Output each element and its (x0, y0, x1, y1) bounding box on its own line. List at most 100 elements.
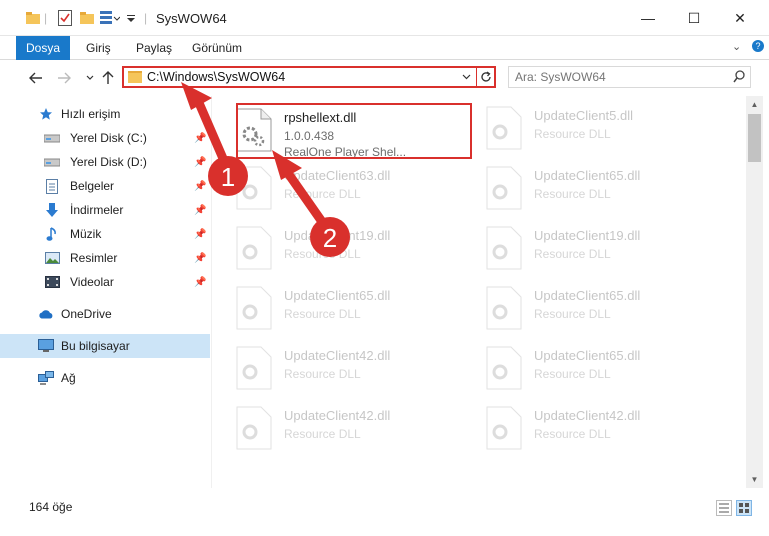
sidebar-item-pictures[interactable]: Resimler 📌 (0, 246, 210, 270)
properties-icon[interactable] (58, 9, 72, 27)
view-options-icon[interactable] (100, 9, 120, 27)
file-item[interactable]: UpdateClient42.dll Resource DLL (462, 400, 702, 458)
file-item[interactable]: UpdateClient5.dll Resource DLL (462, 100, 702, 158)
search-icon (733, 70, 745, 83)
file-description: Resource DLL (284, 247, 361, 261)
file-name: UpdateClient63.dll (284, 168, 391, 183)
new-folder-icon[interactable] (80, 9, 94, 27)
sidebar-item-label: Resimler (70, 251, 118, 265)
file-name: UpdateClient65.dll (534, 168, 641, 183)
music-icon (44, 226, 60, 242)
dll-file-icon (236, 226, 272, 270)
forward-button[interactable] (54, 68, 74, 88)
search-input[interactable] (515, 69, 725, 85)
sidebar-item-quick-access[interactable]: Hızlı erişim (0, 102, 210, 126)
file-item[interactable]: UpdateClient19.dll Resource DLL (212, 220, 452, 278)
tab-file[interactable]: Dosya (16, 36, 70, 60)
scroll-up-button[interactable]: ▲ (746, 96, 763, 113)
sidebar-item-documents[interactable]: Belgeler 📌 (0, 174, 210, 198)
file-name: UpdateClient5.dll (534, 108, 634, 123)
customize-toolbar-icon[interactable] (126, 9, 136, 27)
documents-icon (44, 178, 60, 194)
refresh-icon (480, 71, 491, 82)
scroll-thumb[interactable] (748, 114, 761, 162)
sidebar-item-local-disk-d[interactable]: Yerel Disk (D:) 📌 (0, 150, 210, 174)
ribbon-expand-button[interactable]: ⌄ (732, 40, 741, 53)
address-dropdown[interactable] (458, 68, 474, 86)
videos-icon (44, 274, 60, 290)
file-description: Resource DLL (534, 307, 611, 321)
sidebar-item-videos[interactable]: Videolar 📌 (0, 270, 210, 294)
file-description: Resource DLL (534, 427, 611, 441)
file-name: UpdateClient42.dll (534, 408, 641, 423)
search-box[interactable] (508, 66, 751, 88)
drive-icon (44, 154, 60, 170)
sidebar-item-onedrive[interactable]: OneDrive (0, 302, 210, 326)
file-name: UpdateClient42.dll (284, 408, 391, 423)
details-view-button[interactable] (716, 500, 732, 516)
sidebar-item-music[interactable]: Müzik 📌 (0, 222, 210, 246)
pin-icon: 📌 (194, 132, 207, 144)
arrow-left-icon (29, 72, 42, 84)
computer-icon (38, 338, 54, 354)
network-icon (38, 370, 54, 386)
status-bar: 164 öğe (0, 488, 769, 536)
dll-file-icon (236, 346, 272, 390)
file-item[interactable]: UpdateClient65.dll Resource DLL (462, 160, 702, 218)
file-item[interactable]: UpdateClient65.dll Resource DLL (462, 280, 702, 338)
address-path: C:\Windows\SysWOW64 (147, 70, 286, 84)
tab-home[interactable]: Giriş (78, 36, 119, 60)
file-item[interactable]: UpdateClient19.dll Resource DLL (462, 220, 702, 278)
pin-icon: 📌 (194, 228, 207, 240)
sidebar-item-downloads[interactable]: İndirmeler 📌 (0, 198, 210, 222)
folder-icon (26, 9, 40, 27)
sidebar-item-label: Müzik (70, 227, 102, 241)
address-bar[interactable]: C:\Windows\SysWOW64 (122, 66, 496, 88)
refresh-button[interactable] (476, 68, 494, 86)
file-item[interactable]: UpdateClient65.dll Resource DLL (462, 340, 702, 398)
sidebar-item-local-disk-c[interactable]: Yerel Disk (C:) 📌 (0, 126, 210, 150)
file-item[interactable]: UpdateClient42.dll Resource DLL (212, 400, 452, 458)
dll-file-icon (486, 406, 522, 450)
tiles-view-button[interactable] (736, 500, 752, 516)
file-name: UpdateClient65.dll (534, 348, 641, 363)
dll-file-icon (236, 166, 272, 210)
file-description: Resource DLL (534, 247, 611, 261)
pin-icon: 📌 (194, 252, 207, 264)
file-description: Resource DLL (284, 427, 361, 441)
file-item[interactable]: UpdateClient63.dll Resource DLL (212, 160, 452, 218)
file-description: Resource DLL (284, 367, 361, 381)
sidebar-item-this-pc[interactable]: Bu bilgisayar (0, 334, 210, 358)
recent-locations-button[interactable] (80, 68, 100, 88)
downloads-icon (44, 202, 60, 218)
pin-icon: 📌 (194, 156, 207, 168)
tab-share[interactable]: Paylaş (128, 36, 180, 60)
file-description: Resource DLL (284, 307, 361, 321)
close-button[interactable]: ✕ (717, 0, 763, 36)
help-button[interactable]: ? (752, 40, 764, 52)
file-item[interactable]: UpdateClient65.dll Resource DLL (212, 280, 452, 338)
separator: | (44, 11, 48, 25)
minimize-button[interactable]: — (625, 0, 671, 36)
sidebar-item-label: İndirmeler (70, 203, 124, 217)
chevron-down-icon (86, 75, 94, 80)
scroll-down-button[interactable]: ▼ (746, 471, 763, 488)
dll-file-icon (486, 226, 522, 270)
dll-file-icon (486, 286, 522, 330)
vertical-scrollbar[interactable]: ▲ ▼ (746, 96, 763, 488)
up-button[interactable] (98, 68, 118, 88)
ribbon-tabs: Dosya Giriş Paylaş Görünüm ⌄ ? (0, 36, 769, 60)
arrow-up-icon (102, 71, 114, 84)
item-count: 164 öğe (29, 500, 73, 514)
file-description: Resource DLL (534, 187, 611, 201)
sidebar-item-network[interactable]: Ağ (0, 366, 210, 390)
arrow-right-icon (58, 72, 71, 84)
file-item[interactable]: UpdateClient42.dll Resource DLL (212, 340, 452, 398)
tab-view[interactable]: Görünüm (184, 36, 250, 60)
maximize-button[interactable]: ☐ (671, 0, 717, 36)
tiles-view-icon (739, 503, 749, 513)
back-button[interactable] (26, 68, 46, 88)
drive-icon (44, 130, 60, 146)
file-description: Resource DLL (284, 187, 361, 201)
pin-icon: 📌 (194, 180, 207, 192)
